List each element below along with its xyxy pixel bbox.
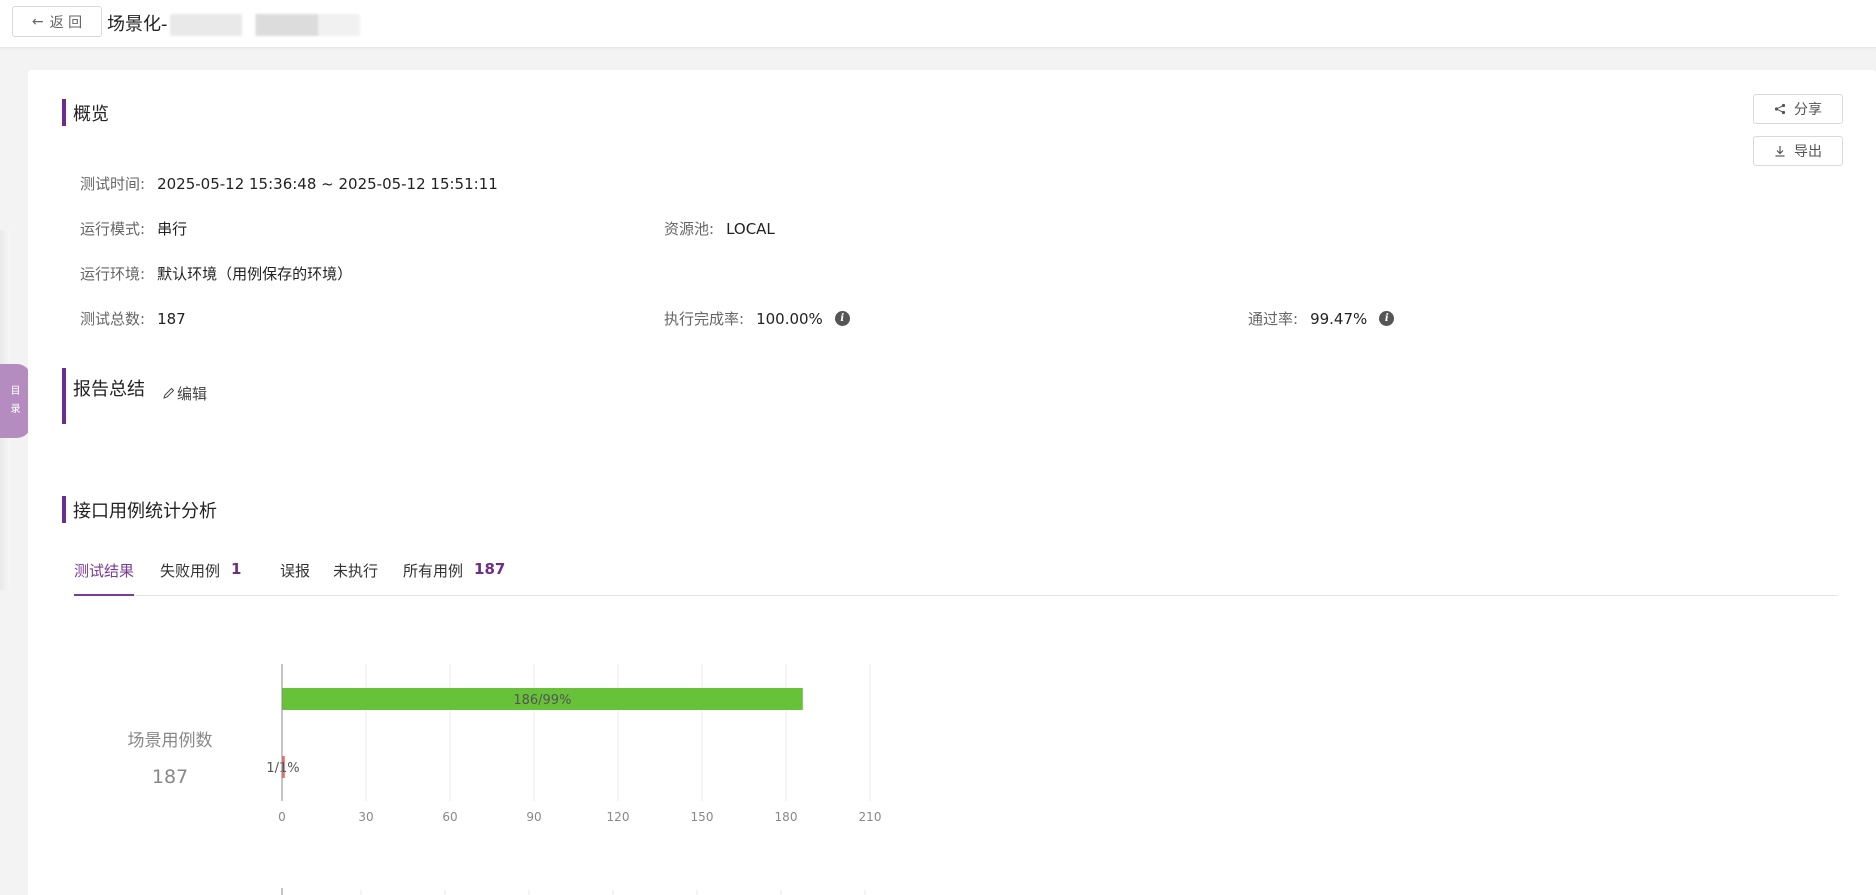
chart-data-label: 1/1% [266, 761, 299, 776]
chart-tick-label: 60 [442, 810, 457, 824]
chart-tick-label: 30 [358, 810, 373, 824]
chart-data-label: 186/99% [513, 693, 571, 708]
chart-tick-label: 210 [859, 810, 882, 824]
chart-tick-label: 90 [526, 810, 541, 824]
chart-tick-label: 180 [775, 810, 798, 824]
chart-tick-label: 120 [607, 810, 630, 824]
chart-tick-label: 0 [278, 810, 286, 824]
result-bar-chart: 0 30 60 90 120 150 180 210 186/99% 1/1% [266, 664, 882, 895]
chart-tick-label: 150 [691, 810, 714, 824]
